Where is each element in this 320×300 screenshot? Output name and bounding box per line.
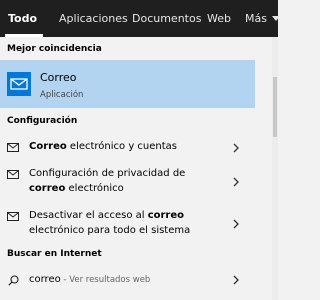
best-match-subtitle: Aplicación xyxy=(40,90,84,100)
tab-todo[interactable]: Todo xyxy=(8,12,37,25)
search-tabs: Todo Aplicaciones Documentos Web Más xyxy=(0,0,280,37)
chevron-down-icon xyxy=(271,16,280,21)
setting-item-disable-email-access[interactable]: Desactivar el acceso al correo electrónic… xyxy=(0,206,250,240)
chevron-right-icon xyxy=(233,177,239,187)
chevron-right-icon xyxy=(233,219,239,229)
mail-icon xyxy=(7,212,19,221)
web-search-item[interactable]: correo - Ver resultados web xyxy=(0,270,250,290)
scrollbar-thumb[interactable] xyxy=(273,77,277,137)
best-match-header: Mejor coincidencia xyxy=(7,44,102,54)
best-match-item[interactable]: Correo Aplicación xyxy=(0,60,255,108)
tab-documentos[interactable]: Documentos xyxy=(132,12,201,25)
chevron-right-icon xyxy=(233,143,239,153)
tab-aplicaciones[interactable]: Aplicaciones xyxy=(59,12,128,25)
tab-mas-label: Más xyxy=(245,12,267,25)
settings-header: Configuración xyxy=(7,116,78,126)
setting-label: Desactivar el acceso al correo electrónic… xyxy=(29,210,191,236)
mail-icon xyxy=(7,143,19,152)
setting-item-email-accounts[interactable]: Correo electrónico y cuentas xyxy=(0,138,250,156)
tab-mas[interactable]: Más xyxy=(245,12,280,25)
active-tab-indicator xyxy=(5,34,43,37)
scrollbar[interactable] xyxy=(272,37,278,300)
setting-label: Configuración de privacidad de correo ele… xyxy=(29,168,186,194)
setting-label: Correo electrónico y cuentas xyxy=(29,141,178,152)
web-search-header: Buscar en Internet xyxy=(7,249,102,259)
best-match-title: Correo xyxy=(40,71,77,84)
web-search-label: correo - Ver resultados web xyxy=(29,274,151,285)
chevron-right-icon xyxy=(233,275,239,285)
search-icon xyxy=(8,275,19,286)
setting-item-email-privacy[interactable]: Configuración de privacidad de correo ele… xyxy=(0,164,250,198)
mail-icon xyxy=(7,170,19,179)
tab-web[interactable]: Web xyxy=(207,12,231,25)
mail-app-icon xyxy=(7,72,31,96)
